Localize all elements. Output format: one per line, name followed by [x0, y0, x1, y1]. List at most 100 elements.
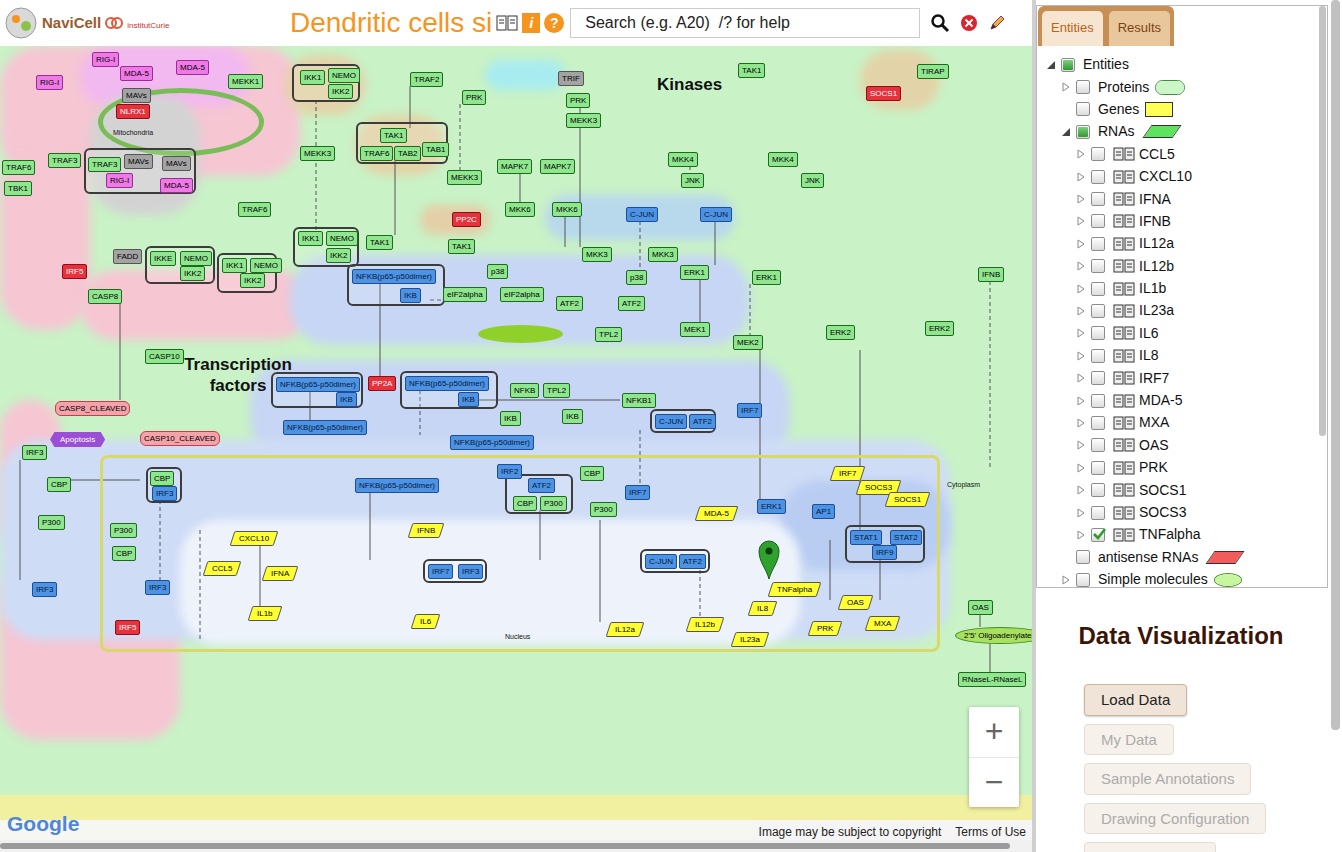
- tree-row[interactable]: MXA: [1037, 412, 1327, 434]
- expand-toggle-icon[interactable]: [1075, 260, 1087, 272]
- tree-checkbox[interactable]: [1091, 304, 1105, 318]
- book-icon[interactable]: [1113, 394, 1135, 408]
- tree-label[interactable]: IL1b: [1139, 278, 1166, 299]
- map-node[interactable]: IRF7: [737, 403, 762, 418]
- map-node[interactable]: TAB2: [394, 146, 421, 161]
- map-node[interactable]: MEKK3: [447, 170, 482, 185]
- map-node[interactable]: MAPK7: [540, 159, 575, 174]
- map-node[interactable]: CASP8_CLEAVED: [55, 401, 130, 416]
- map-node[interactable]: CASP10_CLEAVED: [140, 431, 220, 446]
- map-node[interactable]: IKK2: [326, 248, 351, 263]
- map-node[interactable]: SOCS1: [866, 86, 901, 101]
- map-node[interactable]: TPL2: [543, 383, 570, 398]
- map-node[interactable]: CASP10: [145, 349, 184, 364]
- expand-toggle-icon[interactable]: [1075, 484, 1087, 496]
- tree-checkbox[interactable]: [1076, 550, 1090, 564]
- magnifier-icon[interactable]: [930, 13, 950, 33]
- tree-checkbox[interactable]: [1091, 416, 1105, 430]
- tree-label[interactable]: IFNA: [1139, 189, 1171, 210]
- map-node[interactable]: C-JUN: [700, 207, 732, 222]
- map-node[interactable]: RIG-I: [36, 75, 63, 90]
- map-node[interactable]: IRF3: [22, 445, 47, 460]
- tree-checkbox[interactable]: [1076, 80, 1090, 94]
- map-node[interactable]: MEKK3: [300, 146, 335, 161]
- map-node[interactable]: JNK: [801, 173, 824, 188]
- map-node[interactable]: NFKB(p65-p50dimer): [450, 435, 534, 450]
- map-node[interactable]: TRAF3: [48, 153, 81, 168]
- tree-label[interactable]: CCL5: [1139, 144, 1175, 165]
- map-node[interactable]: IKK2: [328, 84, 353, 99]
- book-icon[interactable]: [1113, 461, 1135, 475]
- tree-checkbox[interactable]: [1091, 438, 1105, 452]
- map-node[interactable]: TRAF6: [360, 146, 393, 161]
- map-node[interactable]: NFKB(p65-p50dimer): [352, 269, 436, 284]
- map-node[interactable]: MKK6: [552, 202, 582, 217]
- tree-checkbox[interactable]: [1091, 483, 1105, 497]
- tree-label[interactable]: PRK: [1139, 457, 1168, 478]
- map-node[interactable]: ATF2: [689, 414, 716, 429]
- expand-toggle-icon[interactable]: [1075, 238, 1087, 250]
- map-node[interactable]: PRK: [462, 90, 486, 105]
- tree-row[interactable]: MDA-5: [1037, 389, 1327, 411]
- expand-toggle-icon[interactable]: [1075, 395, 1087, 407]
- book-icon[interactable]: [1113, 483, 1135, 497]
- tree-label[interactable]: IL23a: [1139, 300, 1174, 321]
- tree-label[interactable]: OAS: [1139, 435, 1169, 456]
- map-node[interactable]: ATF2: [618, 296, 645, 311]
- map-node[interactable]: p38: [487, 264, 508, 279]
- map-node[interactable]: CBP: [513, 496, 537, 511]
- book-icon[interactable]: [1113, 349, 1135, 363]
- map-node[interactable]: IRF7: [625, 485, 650, 500]
- map-node[interactable]: NEMO: [180, 251, 212, 266]
- map-node[interactable]: C-JUN: [655, 414, 687, 429]
- book-icon[interactable]: [1113, 506, 1135, 520]
- map-node[interactable]: 2'5' Oligoadenylates: [955, 627, 1032, 644]
- expand-toggle-icon[interactable]: [1075, 439, 1087, 451]
- expand-toggle-icon[interactable]: [1075, 507, 1087, 519]
- tree-label[interactable]: IRF7: [1139, 368, 1169, 389]
- tree-row[interactable]: CCL5: [1037, 143, 1327, 165]
- expand-toggle-icon[interactable]: [1045, 59, 1057, 71]
- map-node[interactable]: OAS: [838, 595, 874, 610]
- expand-toggle-icon[interactable]: [1075, 417, 1087, 429]
- map-node[interactable]: IKK1: [222, 258, 247, 273]
- tree-label[interactable]: SOCS1: [1139, 480, 1186, 501]
- tree-label[interactable]: Proteins: [1098, 77, 1149, 98]
- map-node[interactable]: MDA-5: [176, 60, 209, 75]
- tree-label[interactable]: IL12a: [1139, 233, 1174, 254]
- book-icon[interactable]: [1113, 282, 1135, 296]
- map-node[interactable]: CASP8: [88, 289, 122, 304]
- map-node[interactable]: eIF2alpha: [443, 287, 487, 302]
- map-node[interactable]: ERK1: [757, 499, 786, 514]
- map-node[interactable]: MAVs: [124, 154, 153, 169]
- map-node[interactable]: TAK1: [738, 63, 765, 78]
- map-node[interactable]: p38: [626, 270, 647, 285]
- map-node[interactable]: TRAF6: [238, 202, 271, 217]
- map-node[interactable]: OAS: [968, 600, 993, 615]
- book-icon[interactable]: [1113, 528, 1135, 542]
- tree-row[interactable]: Entities: [1037, 54, 1327, 76]
- map-node[interactable]: IL12a: [606, 622, 645, 637]
- book-icon[interactable]: [1113, 371, 1135, 385]
- tree-row[interactable]: Simple molecules: [1037, 568, 1327, 588]
- expand-toggle-icon[interactable]: [1075, 305, 1087, 317]
- map-node[interactable]: CBP: [112, 546, 136, 561]
- map-node[interactable]: IL23a: [731, 632, 770, 647]
- map-node[interactable]: IRF3: [152, 486, 177, 501]
- map-node[interactable]: NFKB(p65-p50dimer): [405, 376, 489, 391]
- map-node[interactable]: MAPK7: [497, 159, 532, 174]
- map-node[interactable]: FADD: [113, 249, 142, 264]
- expand-toggle-icon[interactable]: [1060, 81, 1072, 93]
- tree-scrollbar[interactable]: [1319, 6, 1326, 436]
- map-node[interactable]: TAK1: [448, 239, 475, 254]
- horizontal-scrollbar[interactable]: [0, 840, 1032, 852]
- tree-row[interactable]: IL12b: [1037, 255, 1327, 277]
- expand-toggle-icon[interactable]: [1075, 350, 1087, 362]
- map-node[interactable]: RIG-I: [106, 173, 133, 188]
- map-node[interactable]: MKK3: [648, 247, 678, 262]
- tree-label[interactable]: MDA-5: [1139, 390, 1183, 411]
- google-logo[interactable]: Google: [7, 808, 79, 840]
- map-node[interactable]: MEKK1: [228, 74, 263, 89]
- expand-toggle-icon[interactable]: [1075, 327, 1087, 339]
- map-node[interactable]: IRF7: [830, 466, 866, 481]
